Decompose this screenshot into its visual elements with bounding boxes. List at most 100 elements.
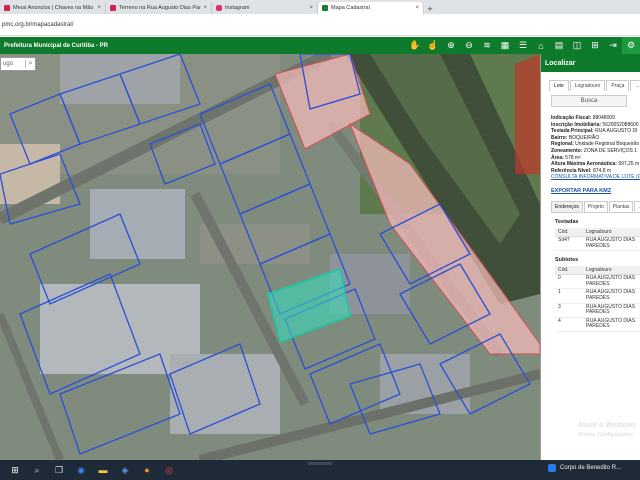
- table-cell: 0: [555, 274, 583, 290]
- column-header: Logradouro: [583, 227, 640, 237]
- import-icon[interactable]: ⇥: [604, 37, 622, 54]
- info-value: 5620052088600: [602, 121, 639, 128]
- instagram-icon: [216, 5, 222, 11]
- table-row[interactable]: 1 RUA AUGUSTO DIAS PAREDES: [555, 288, 640, 304]
- map-drawing: [0, 54, 540, 460]
- store-icon[interactable]: ◈: [118, 463, 132, 477]
- column-header: Logradouro: [583, 266, 640, 276]
- info-value: 874,8 m: [592, 167, 612, 174]
- table-row[interactable]: 0 RUA AUGUSTO DIAS PAREDES: [555, 274, 640, 290]
- table-cell: RUA AUGUSTO DIAS PAREDES: [583, 288, 640, 304]
- info-label: Bairro:: [551, 134, 568, 141]
- map-canvas[interactable]: [0, 54, 540, 460]
- table-cell: RUA AUGUSTO DIAS PAREDES: [583, 236, 640, 252]
- info-row: Área: 578 m²: [551, 155, 640, 162]
- browser-tab-anuncios[interactable]: Meus Anúncios | Chaves na Mão ×: [0, 2, 106, 14]
- browser-tab-mapa-cadastral[interactable]: Mapa Cadastral ×: [318, 2, 424, 14]
- windows-start-icon[interactable]: ⊞: [8, 463, 22, 477]
- file-explorer-icon[interactable]: ▬: [96, 463, 110, 477]
- layers-icon[interactable]: ≋: [478, 37, 496, 54]
- tab-more[interactable]: ...: [630, 80, 640, 91]
- zoom-in-icon[interactable]: ⊕: [442, 37, 460, 54]
- browser-tab-strip: Meus Anúncios | Chaves na Mão × Terreno …: [0, 0, 640, 14]
- info-value: 997,25 m: [618, 161, 640, 168]
- table-header: Cód. Logradouro: [555, 227, 640, 237]
- map-search-box[interactable]: ugo ⌕: [0, 57, 36, 71]
- taskbar-indicator: [308, 462, 332, 465]
- close-icon[interactable]: ×: [203, 5, 207, 11]
- info-label: Área:: [551, 154, 564, 161]
- info-label: Indicação Fiscal:: [551, 115, 592, 121]
- column-header: Cód.: [555, 266, 583, 276]
- tab-label: Meus Anúncios | Chaves na Mão: [13, 5, 94, 11]
- table-row[interactable]: 3 RUA AUGUSTO DIAS PAREDES: [555, 303, 640, 318]
- tab-logradouro[interactable]: Logradouro: [569, 80, 606, 91]
- sublotes-table: Cód. Logradouro 0 RUA AUGUSTO DIAS PARED…: [555, 266, 640, 332]
- export-kmz-link[interactable]: EXPORTAR PARA KMZ: [551, 188, 640, 194]
- watermark-line: Ativar o Windows: [578, 420, 636, 429]
- table-cell: 4: [555, 317, 583, 332]
- taskbar-active-app[interactable]: Corpo de Benedito R...: [548, 464, 621, 472]
- localizar-panel: Localizar Lote Logradouro Praça ... Busc…: [540, 54, 640, 460]
- taskbar-app-label: Corpo de Benedito R...: [560, 465, 622, 471]
- task-view-icon[interactable]: ❐: [52, 463, 66, 477]
- info-label: Referência Nível:: [551, 167, 592, 174]
- busca-button[interactable]: Busca: [551, 95, 627, 107]
- table-cell: RUA AUGUSTO DIAS PAREDES: [583, 303, 640, 318]
- tab-praca[interactable]: Praça: [606, 80, 630, 91]
- info-label: Altura Máxima Aeronáutica:: [551, 161, 617, 168]
- tab-label: Mapa Cadastral: [331, 5, 370, 11]
- info-label: Testada Principal:: [551, 128, 594, 135]
- book-icon[interactable]: ▤: [550, 37, 568, 54]
- app-header: Prefeitura Municipal de Curitiba - PR ✋ …: [0, 37, 640, 54]
- tab-more[interactable]: ...: [634, 200, 640, 213]
- table-cell: 1: [555, 288, 583, 304]
- tab-plantas[interactable]: Plantas: [608, 200, 634, 213]
- search-icon[interactable]: ⌕: [25, 60, 35, 68]
- info-label: Regional:: [551, 141, 574, 148]
- close-icon[interactable]: ×: [415, 5, 419, 11]
- search-icon[interactable]: ⌕: [30, 463, 44, 477]
- tab-projeto[interactable]: Projeto: [583, 200, 608, 213]
- tab-enderecos[interactable]: Endereços: [551, 200, 583, 213]
- testadas-title: Testadas: [555, 218, 579, 225]
- tab-label: Terreno na Rua Augusto Dias Paredes: [119, 5, 201, 11]
- windows-activation-watermark: Ativar o Windows Acesse Configurações: [578, 420, 636, 440]
- new-tab-button[interactable]: +: [424, 4, 436, 14]
- favicon-icon: [322, 5, 328, 11]
- info-value: ZONA DE SERVIÇOS 1: [583, 147, 638, 154]
- measure-icon[interactable]: ◫: [568, 37, 586, 54]
- grid-icon[interactable]: ▦: [496, 37, 514, 54]
- favicon-icon: [110, 5, 116, 11]
- info-row: Regional: Unidade Regional Boqueirão: [551, 141, 640, 148]
- search-input[interactable]: ugo: [1, 61, 25, 67]
- settings-icon[interactable]: ⚙: [622, 37, 640, 54]
- zoom-out-icon[interactable]: ⊖: [460, 37, 478, 54]
- info-value: Unidade Regional Boqueirão: [575, 141, 640, 148]
- tab-lote[interactable]: Lote: [549, 80, 569, 91]
- firefox-icon[interactable]: ●: [140, 463, 154, 477]
- chrome-icon[interactable]: ◎: [162, 463, 176, 477]
- pan-hand-icon[interactable]: ✋: [406, 37, 424, 54]
- education-icon[interactable]: ⌂: [532, 37, 550, 54]
- info-value: RUA AUGUSTO DI: [595, 128, 638, 135]
- close-icon[interactable]: ×: [97, 5, 101, 11]
- info-value: 578 m²: [565, 154, 581, 161]
- table-row[interactable]: 4 RUA AUGUSTO DIAS PAREDES: [555, 317, 640, 332]
- add-icon[interactable]: ⊞: [586, 37, 604, 54]
- consulta-informativa-link[interactable]: CONSULTA INFORMATIVA DE LOTE (GUIA): [551, 174, 640, 181]
- browser-tab-instagram[interactable]: Instagram ×: [212, 2, 318, 14]
- info-value: 88048009: [592, 115, 615, 121]
- list-icon[interactable]: ☰: [514, 37, 532, 54]
- panel-title: Localizar: [541, 54, 640, 72]
- info-label: Zoneamento:: [551, 147, 583, 154]
- close-icon[interactable]: ×: [309, 5, 313, 11]
- browser-tab-terreno[interactable]: Terreno na Rua Augusto Dias Paredes ×: [106, 2, 212, 14]
- address-bar[interactable]: pmc.org.br/mapacadastral/: [0, 14, 640, 36]
- info-label: Inscrição Imobiliária:: [551, 121, 602, 128]
- info-row: Referência Nível: 874,8 m: [551, 168, 640, 175]
- lot-info: Indicação Fiscal: 88048009 Inscrição Imo…: [551, 115, 640, 181]
- edge-icon[interactable]: ◉: [74, 463, 88, 477]
- info-row: Zoneamento: ZONA DE SERVIÇOS 1: [551, 148, 640, 155]
- hand-icon[interactable]: ☝: [424, 37, 442, 54]
